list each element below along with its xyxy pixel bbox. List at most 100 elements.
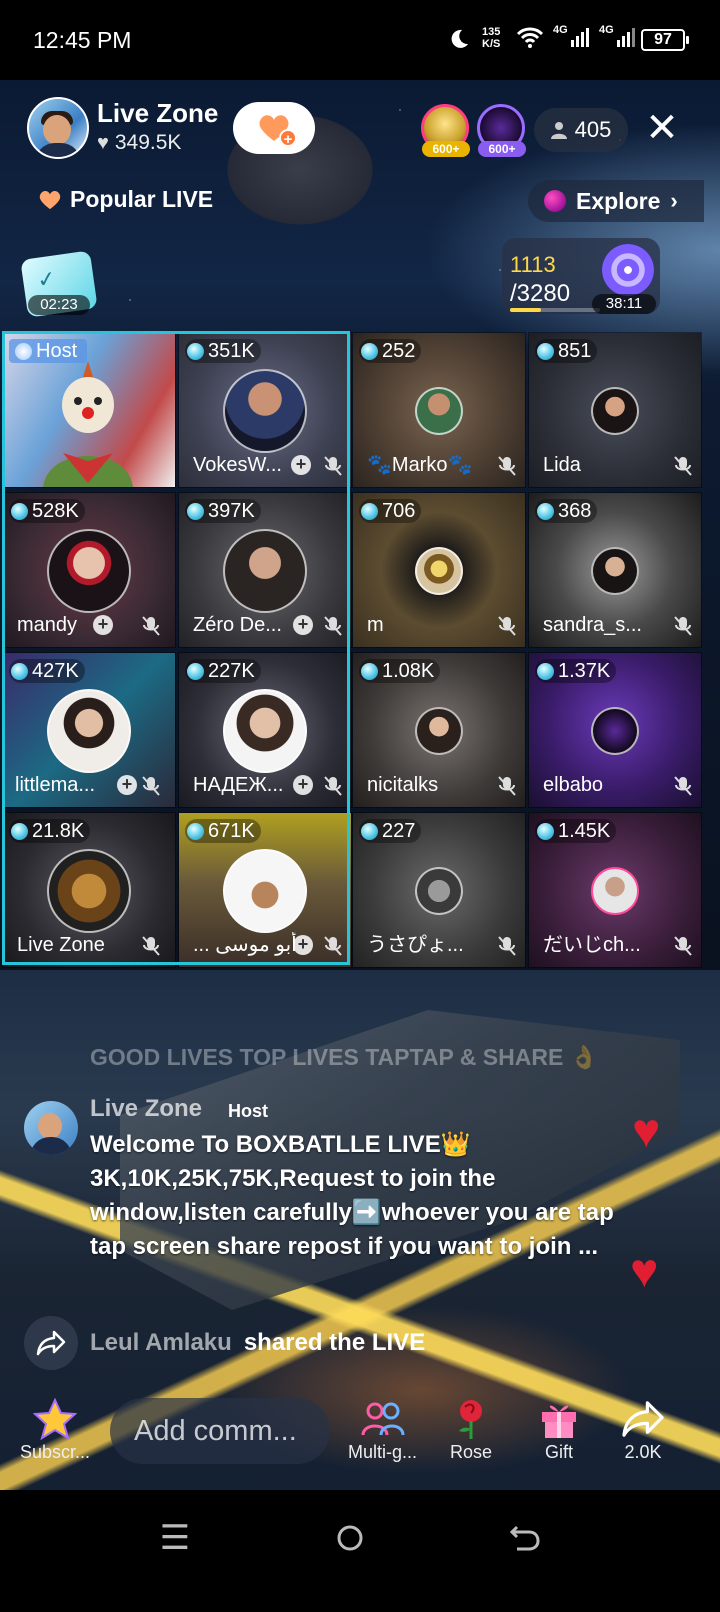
close-icon[interactable]: ✕: [642, 106, 682, 150]
guest-score-value: 671K: [208, 820, 255, 842]
wifi-icon: [516, 27, 544, 48]
guest-avatar: [223, 529, 307, 613]
guest-avatar: [47, 689, 131, 773]
rose-icon: [448, 1396, 494, 1442]
bottom-action-bar: Subscr... Add comm... Multi-g... Rose Gi…: [0, 1390, 720, 1480]
add-friend-icon[interactable]: +: [291, 455, 311, 475]
guest-tile[interactable]: 368 sandra_s...: [528, 492, 702, 648]
guest-score-value: 1.08K: [382, 660, 435, 682]
viewer-count-button[interactable]: 405: [534, 108, 628, 152]
guest-score-value: 427K: [32, 660, 79, 682]
add-friend-icon[interactable]: +: [293, 775, 313, 795]
top-viewer-1-avatar[interactable]: 600+: [421, 104, 470, 157]
host-avatar[interactable]: [27, 97, 89, 159]
gift-icon: [536, 1396, 582, 1442]
subscribe-button[interactable]: Subscr...: [20, 1396, 90, 1463]
guest-score-value: 851: [558, 340, 592, 362]
host-likes: ♥ 349.5K: [97, 131, 181, 155]
guest-tile[interactable]: 351K VokesW... +: [178, 332, 352, 488]
mic-muted-icon: [324, 616, 342, 636]
guest-score: 368: [535, 499, 598, 523]
gem-icon: [361, 662, 378, 680]
guest-name: 🐾Marko🐾: [367, 454, 473, 476]
share-arrow-icon: [24, 1316, 78, 1370]
share-notice: Leul Amlaku shared the LIVE: [24, 1316, 425, 1370]
follow-button[interactable]: +: [233, 102, 315, 154]
guest-score-value: 227K: [208, 660, 255, 682]
guest-tile[interactable]: 706 m: [352, 492, 526, 648]
task-chip[interactable]: 02:23: [20, 250, 98, 318]
guest-avatar: [415, 707, 463, 755]
guest-name: m: [367, 614, 384, 636]
task-chip-timer: 02:23: [28, 295, 90, 315]
comment-input[interactable]: Add comm...: [110, 1398, 330, 1464]
goal-total: /3280: [510, 280, 571, 307]
network-type-1: 4G: [553, 24, 568, 36]
guest-score: 21.8K: [9, 819, 91, 843]
mic-muted-icon: [498, 776, 516, 796]
star-icon: [32, 1396, 78, 1442]
home-icon[interactable]: [330, 1518, 370, 1558]
mic-muted-icon: [498, 456, 516, 476]
guest-tile[interactable]: 671K ... أبو موسى +: [178, 812, 352, 968]
guest-tile[interactable]: 227K НАДЕЖ... +: [178, 652, 352, 808]
mic-muted-icon: [498, 616, 516, 636]
guest-tile-host[interactable]: Host: [2, 332, 176, 488]
guest-name: Live Zone: [17, 934, 105, 956]
guest-name: elbabo: [543, 774, 604, 796]
popular-live-link[interactable]: Popular LIVE: [38, 186, 213, 213]
guest-score-value: 528K: [32, 500, 79, 522]
share-username[interactable]: Leul Amlaku: [90, 1329, 232, 1357]
add-friend-icon[interactable]: +: [117, 775, 137, 795]
guest-avatar: [591, 867, 639, 915]
guest-avatar: [591, 387, 639, 435]
guest-score-value: 1.45K: [558, 820, 611, 842]
explore-button[interactable]: Explore ›: [528, 180, 704, 222]
guest-tile[interactable]: 528K mandy +: [2, 492, 176, 648]
gem-icon: [361, 502, 378, 520]
mic-muted-icon: [324, 776, 342, 796]
status-bar: 12:45 PM 135 K/S 4G 4G 97: [0, 0, 720, 80]
guest-score-value: 1.37K: [558, 660, 611, 682]
system-nav-bar: ☰: [0, 1490, 720, 1612]
mic-muted-icon: [324, 456, 342, 476]
goal-current: 1113: [510, 252, 556, 277]
chat-avatar[interactable]: [24, 1101, 78, 1155]
goal-widget[interactable]: 1113 /3280 38:11: [502, 238, 660, 314]
add-friend-icon[interactable]: +: [293, 935, 313, 955]
add-friend-icon[interactable]: +: [293, 615, 313, 635]
guest-tile[interactable]: 1.08K nicitalks: [352, 652, 526, 808]
gem-icon: [11, 822, 28, 840]
guest-tile[interactable]: 1.45K だいじch...: [528, 812, 702, 968]
explore-orb-icon: [544, 190, 566, 212]
guest-tile[interactable]: 427K littlema... +: [2, 652, 176, 808]
share-button[interactable]: 2.0K: [620, 1396, 666, 1463]
goal-timer: 38:11: [592, 294, 656, 314]
rose-gift-button[interactable]: Rose: [448, 1396, 494, 1463]
person-icon: [550, 122, 567, 139]
guest-tile[interactable]: 21.8K Live Zone: [2, 812, 176, 968]
goal-progress-fill: [510, 308, 541, 312]
guest-tile[interactable]: 1.37K elbabo: [528, 652, 702, 808]
guest-score-value: 351K: [208, 340, 255, 362]
multi-guest-button[interactable]: Multi-g...: [348, 1396, 417, 1463]
gem-icon: [187, 502, 204, 520]
battery-indicator: 97: [641, 29, 689, 51]
net-speed-value: 135: [482, 26, 501, 38]
guest-tile[interactable]: 397K Zéro De... +: [178, 492, 352, 648]
back-icon[interactable]: [505, 1518, 545, 1558]
guest-tile[interactable]: 227 うさぴょ...: [352, 812, 526, 968]
gem-icon: [11, 502, 28, 520]
recents-icon[interactable]: ☰: [155, 1518, 195, 1558]
guest-score: 851: [535, 339, 598, 363]
guest-tile[interactable]: 252 🐾Marko🐾: [352, 332, 526, 488]
guest-avatar: [223, 689, 307, 773]
floating-heart-icon: ♥: [632, 1105, 661, 1158]
host-name[interactable]: Live Zone: [97, 98, 218, 129]
add-friend-icon[interactable]: +: [93, 615, 113, 635]
top-viewer-2-avatar[interactable]: 600+: [477, 104, 526, 157]
chat-username[interactable]: Live Zone: [90, 1095, 202, 1123]
guest-name: sandra_s...: [543, 614, 642, 636]
guest-tile[interactable]: 851 Lida: [528, 332, 702, 488]
gift-button[interactable]: Gift: [536, 1396, 582, 1463]
